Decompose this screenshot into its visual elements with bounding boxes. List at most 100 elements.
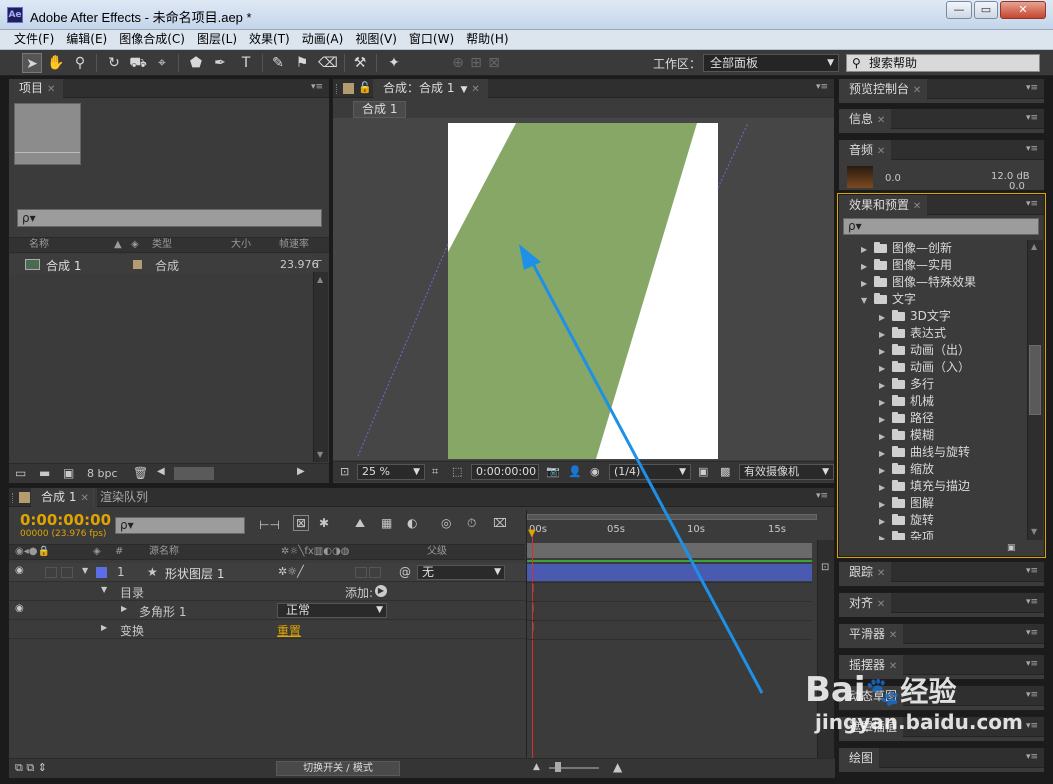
parent-pickwhip-icon[interactable]: @ (399, 565, 411, 579)
comp-subtab[interactable]: 合成 1 (353, 101, 407, 118)
solo-toggle[interactable] (45, 567, 57, 578)
scroll-up-icon[interactable]: ▲ (317, 275, 323, 284)
lock-toggle[interactable] (61, 567, 73, 578)
mask-visibility-icon[interactable]: ⬚ (449, 464, 465, 480)
brainstorm-icon[interactable]: ◎ (441, 516, 451, 530)
new-preset-icon[interactable]: ▣ (1007, 543, 1016, 553)
always-preview-icon[interactable]: ⊡ (337, 464, 352, 480)
new-composition-icon[interactable]: ▣ (63, 466, 74, 480)
effects-tree-item[interactable]: ▶ 动画（出） (879, 342, 970, 359)
polygon-row[interactable]: ◉ ▶ 多角形 1 正常 ▼ (9, 601, 526, 620)
lock-icon[interactable]: 🔓 (358, 81, 372, 94)
comp-mini-flowchart-icon[interactable]: ⊢⊣ (259, 518, 280, 532)
text-tool-icon[interactable]: T (236, 53, 256, 73)
effects-tree-item[interactable]: ▼ 文字 (861, 291, 916, 308)
panel-menu-icon[interactable]: ▾≡ (1026, 628, 1038, 638)
contents-row[interactable]: ▼ 目录 添加: ▶ (9, 582, 526, 601)
effects-tree-item[interactable]: ▶ 填充与描边 (879, 478, 970, 495)
effects-tree-item[interactable]: ▶ 3D文字 (879, 308, 951, 325)
expand-arrow-icon[interactable]: ▶ (879, 343, 889, 360)
zoom-tool-icon[interactable]: ⚲ (70, 53, 90, 73)
comp-duration-bar[interactable] (527, 543, 812, 558)
effects-tree-item[interactable]: ▶ 旋转 (879, 512, 934, 529)
expand-arrow-icon[interactable]: ▶ (879, 530, 889, 540)
info-tab[interactable]: 信息 ✕ (839, 109, 892, 129)
expand-arrow-icon[interactable]: ▶ (121, 604, 127, 613)
panel-menu-icon[interactable]: ▾≡ (1026, 690, 1038, 700)
preview-tab[interactable]: 预览控制台 ✕ (839, 79, 928, 99)
zoom-slider-thumb[interactable] (555, 762, 561, 772)
tracker-tab[interactable]: 跟踪 ✕ (839, 562, 892, 582)
expand-arrow-icon[interactable]: ▶ (879, 411, 889, 428)
flowchart-icon[interactable]: ⊤ (313, 258, 327, 272)
project-scrollbar[interactable]: ▲ ▼ (313, 272, 328, 462)
expand-arrow-icon[interactable]: ▶ (879, 479, 889, 496)
playhead-icon[interactable]: ▼ (528, 528, 536, 539)
timeline-search-input[interactable]: ρ▾ (115, 517, 245, 534)
panel-menu-icon[interactable]: ▾≡ (1026, 659, 1038, 669)
layer-duration-bar[interactable] (527, 564, 812, 581)
transparency-grid-icon[interactable]: ▩ (717, 464, 733, 480)
panel-menu-icon[interactable]: ▾≡ (1026, 721, 1038, 731)
panel-menu-icon[interactable]: ▾≡ (1026, 113, 1038, 123)
effects-tree-item[interactable]: ▶ 动画（入） (879, 359, 970, 376)
col-source-name[interactable]: 源名称 (149, 545, 179, 559)
close-icon[interactable]: ✕ (80, 493, 88, 504)
maximize-button[interactable]: ▭ (974, 1, 998, 19)
expand-arrow-icon[interactable]: ▶ (879, 496, 889, 513)
expand-arrow-icon[interactable]: ▶ (879, 377, 889, 394)
current-time-display[interactable]: 0:00:00:00 (471, 464, 539, 480)
menu-window[interactable]: 窗口(W) (403, 30, 460, 49)
scroll-left-icon[interactable]: ◀ (157, 466, 165, 477)
align-tab[interactable]: 对齐 ✕ (839, 593, 892, 613)
time-ruler[interactable]: 00s 05s 10s 15s (527, 522, 817, 542)
close-icon[interactable]: ✕ (889, 661, 897, 672)
menu-help[interactable]: 帮助(H) (460, 30, 514, 49)
chevron-down-icon[interactable]: ▼ (460, 85, 467, 95)
bit-depth[interactable]: 8 bpc (87, 467, 118, 480)
effects-scrollbar[interactable]: ▲ ▼ (1027, 240, 1043, 540)
auto-keyframe-icon[interactable]: ⏱ (467, 516, 476, 531)
panel-menu-icon[interactable]: ▾≡ (311, 82, 323, 92)
effects-tab[interactable]: 效果和预置 ✕ (839, 195, 928, 215)
panel-menu-icon[interactable]: ▾≡ (816, 82, 828, 92)
toggle-switches-modes-button[interactable]: 切换开关 / 模式 (276, 761, 400, 776)
channel-icon[interactable]: ◉ (587, 464, 603, 480)
layer-label-swatch[interactable] (96, 567, 107, 578)
graph-editor-icon[interactable]: ⌧ (493, 516, 507, 530)
parent-select[interactable]: 无 ▼ (417, 565, 505, 580)
expand-arrow-icon[interactable]: ▶ (879, 428, 889, 445)
resolution-select[interactable]: (1/4) ▼ (609, 464, 691, 480)
render-queue-tab[interactable]: 渲染队列 (93, 488, 154, 507)
expand-arrow-icon[interactable]: ▶ (879, 394, 889, 411)
expand-arrow-icon[interactable]: ▶ (879, 462, 889, 479)
expand-arrow-icon[interactable]: ▶ (861, 258, 871, 275)
new-folder-icon[interactable]: ▬ (39, 466, 50, 480)
panel-menu-icon[interactable]: ▾≡ (1026, 597, 1038, 607)
menu-edit[interactable]: 编辑(E) (60, 30, 113, 49)
composition-tab[interactable]: 合成：合成 1 ▼ ✕ (373, 79, 488, 98)
close-icon[interactable]: ✕ (877, 568, 885, 579)
menu-animation[interactable]: 动画(A) (296, 30, 350, 49)
effects-tree-item[interactable]: ▶ 图像—特殊效果 (861, 274, 976, 291)
draft-3d-icon[interactable]: ✱ (319, 516, 329, 530)
axis-view-icon[interactable]: ⊠ (484, 53, 504, 73)
timeline-timecode[interactable]: 0:00:00:00 (20, 511, 111, 529)
workspace-select[interactable]: 全部面板 ▼ (703, 54, 839, 72)
effects-tree-item[interactable]: ▶ 机械 (879, 393, 934, 410)
effects-tree-item[interactable]: ▶ 模糊 (879, 427, 934, 444)
effects-tree-item[interactable]: ▶ 图像—实用 (861, 257, 952, 274)
close-icon[interactable]: ✕ (877, 146, 885, 157)
close-icon[interactable]: ✕ (471, 84, 479, 95)
close-icon[interactable]: ✕ (877, 599, 885, 610)
clone-stamp-tool-icon[interactable]: ⚑ (292, 53, 312, 73)
fx-toggle[interactable] (355, 567, 367, 578)
scroll-right-icon[interactable]: ▶ (297, 466, 305, 477)
col-fps[interactable]: 帧速率 (279, 238, 309, 252)
region-of-interest-icon[interactable]: ▣ (695, 464, 711, 480)
show-snapshot-icon[interactable]: 👤 (565, 464, 585, 480)
panel-menu-icon[interactable]: ▾≡ (1026, 199, 1038, 209)
add-content-button[interactable]: ▶ (375, 585, 387, 597)
pan-behind-tool-icon[interactable]: ⌖ (152, 53, 172, 73)
reset-link[interactable]: 重置 (277, 622, 301, 639)
